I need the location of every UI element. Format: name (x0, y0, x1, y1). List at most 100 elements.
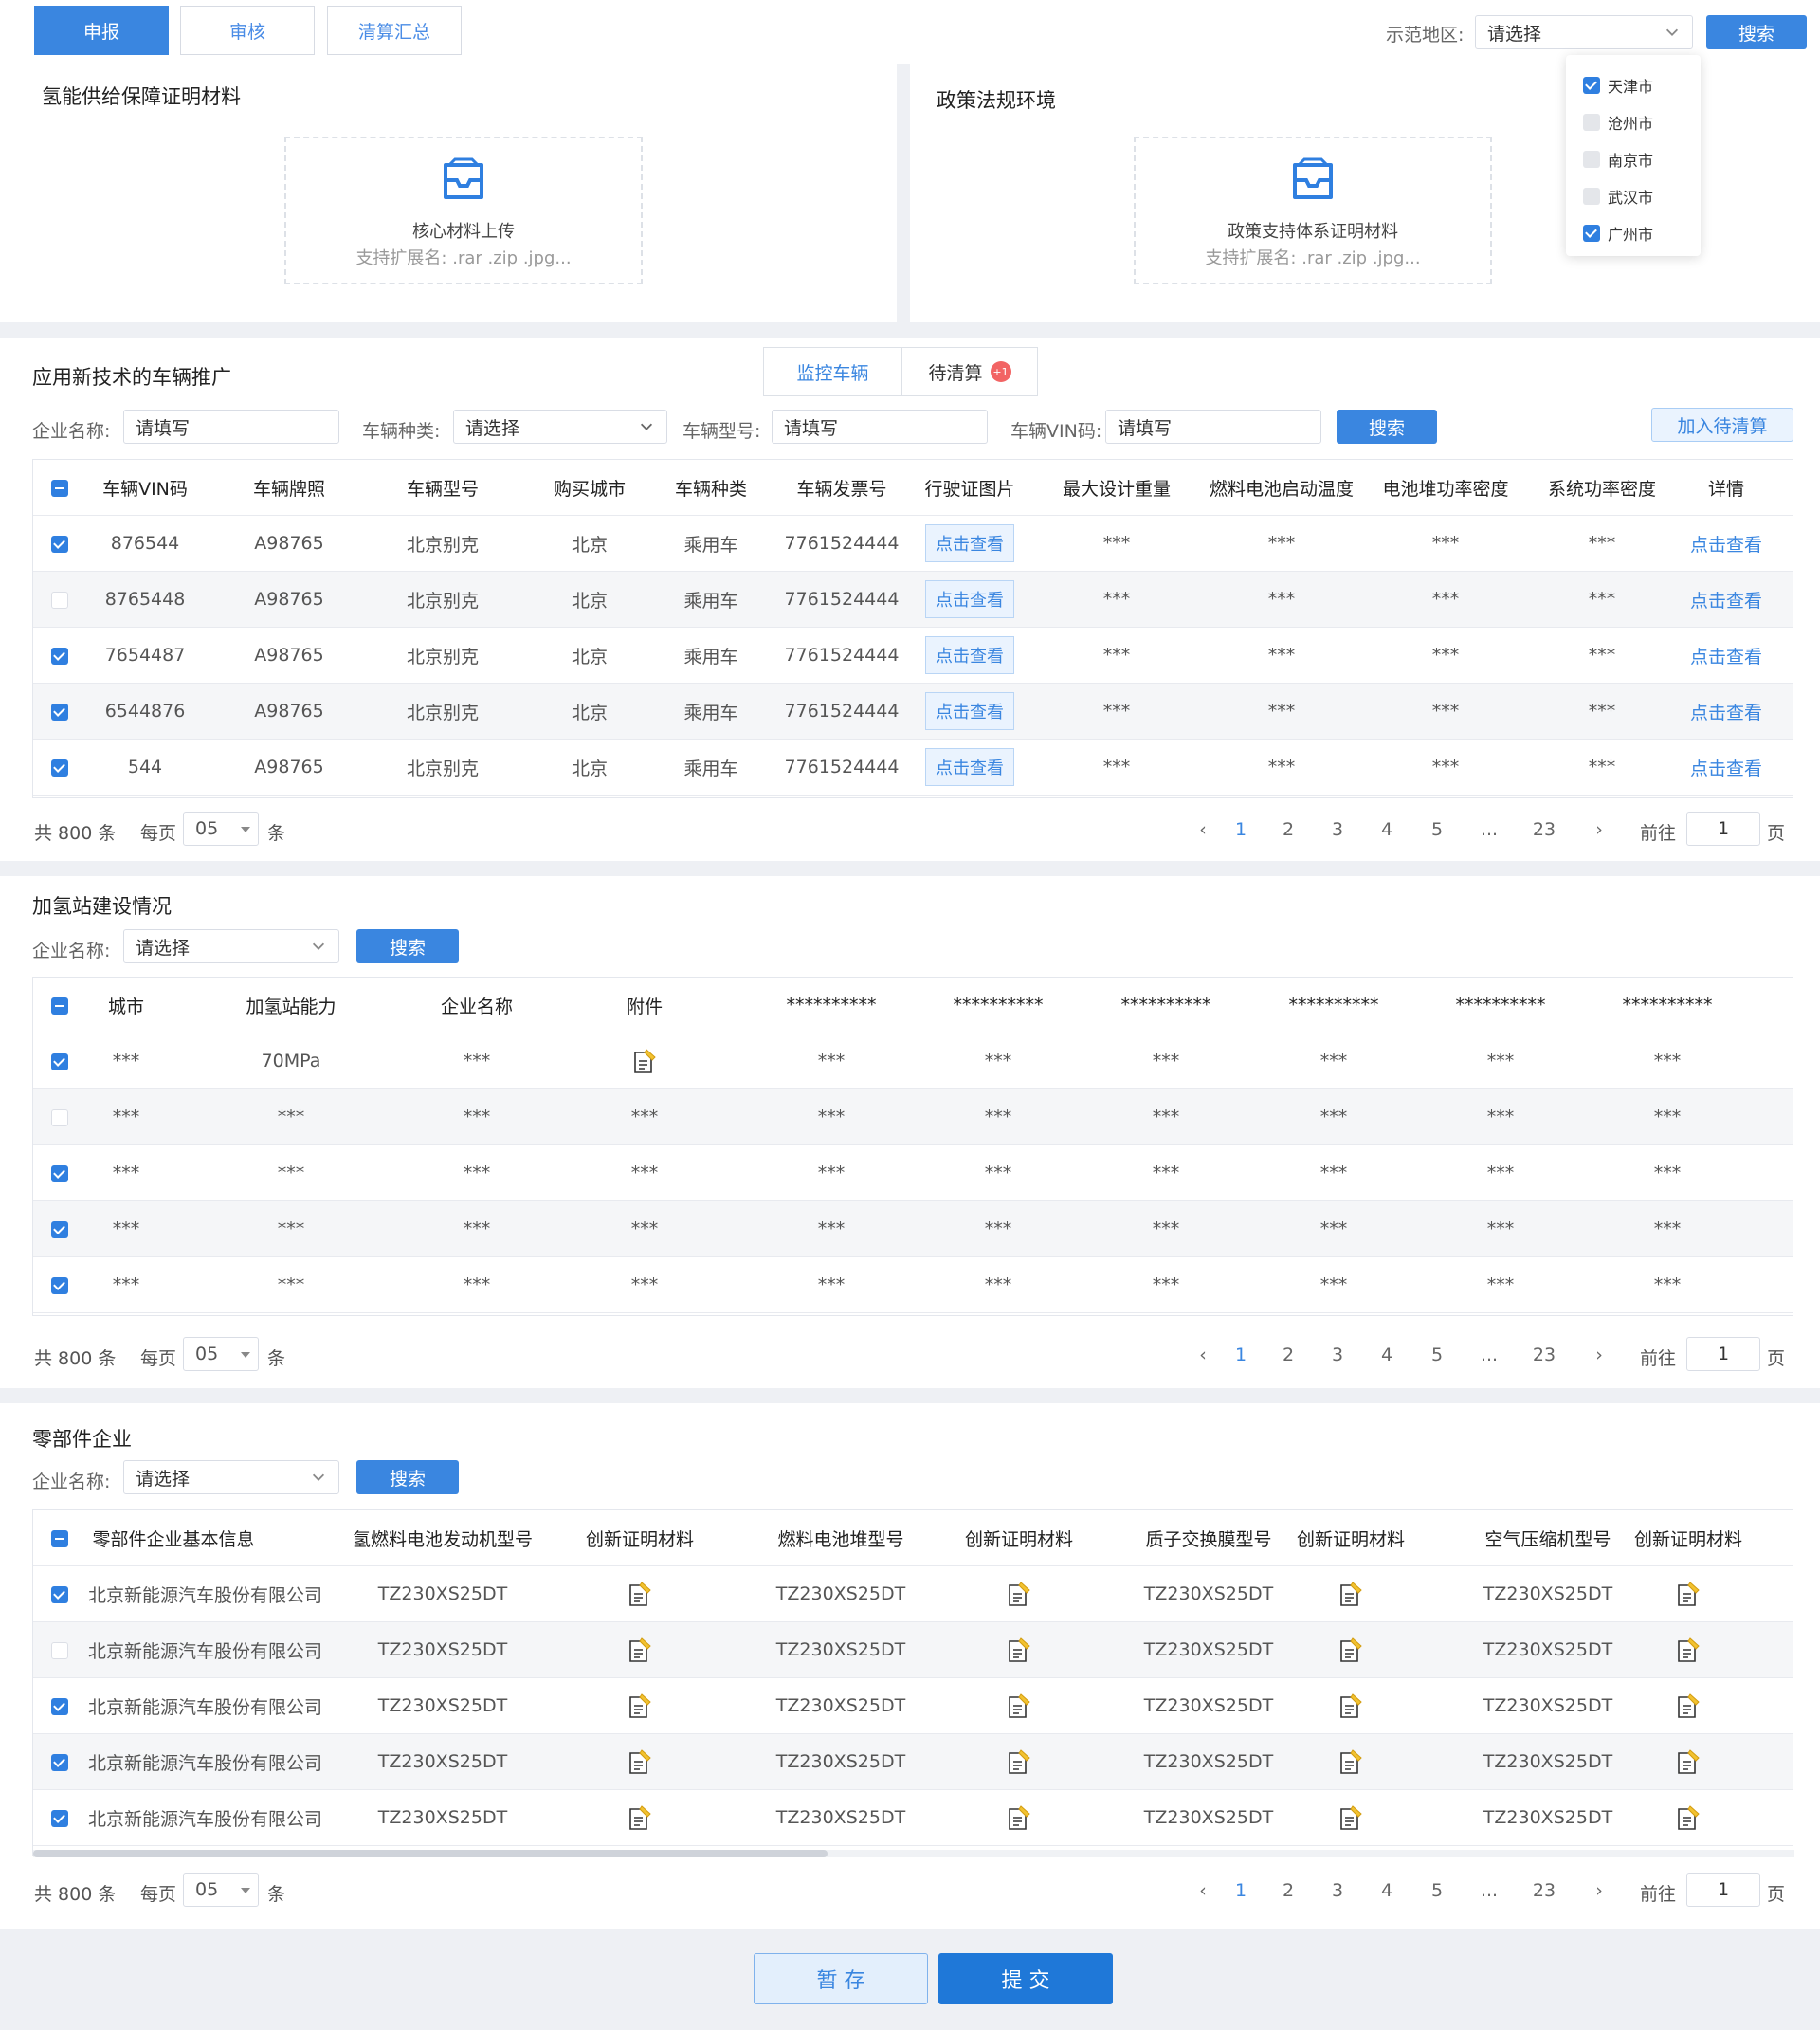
region-option-checkbox[interactable] (1583, 225, 1600, 242)
attachment-file-icon[interactable] (1338, 1637, 1363, 1663)
view-detail-link[interactable]: 点击查看 (1688, 740, 1764, 795)
prev-page-icon[interactable]: ‹ (1189, 1880, 1217, 1901)
region-option[interactable]: 沧州市 (1583, 111, 1653, 134)
scrollbar-thumb[interactable] (33, 1850, 828, 1857)
row-checkbox[interactable] (51, 1810, 68, 1827)
station-search-button[interactable]: 搜索 (356, 929, 459, 963)
tab-monitored-vehicles[interactable]: 监控车辆 (764, 348, 902, 395)
attachment-file-icon[interactable] (628, 1692, 652, 1719)
parts-company-select[interactable]: 请选择 (123, 1460, 339, 1494)
goto-input[interactable]: 1 (1686, 1873, 1760, 1907)
attachment-file-icon[interactable] (1007, 1581, 1031, 1607)
page-23[interactable]: 23 (1530, 1880, 1558, 1901)
region-option[interactable]: 武汉市 (1583, 185, 1653, 208)
region-option-checkbox[interactable] (1583, 77, 1600, 94)
region-option[interactable]: 广州市 (1583, 222, 1653, 245)
company-input[interactable]: 请填写 (123, 410, 339, 444)
region-option[interactable]: 南京市 (1583, 148, 1653, 171)
region-search-button[interactable]: 搜索 (1706, 15, 1807, 49)
goto-input[interactable]: 1 (1686, 812, 1760, 846)
page-size-select[interactable]: 05 (183, 812, 259, 846)
select-all-checkbox[interactable] (51, 480, 68, 497)
attachment-file-icon[interactable] (628, 1637, 652, 1663)
page-3[interactable]: 3 (1323, 1880, 1352, 1901)
page-3[interactable]: 3 (1323, 1344, 1352, 1365)
attachment-file-icon[interactable] (1338, 1804, 1363, 1831)
attachment-file-icon[interactable] (1676, 1581, 1701, 1607)
attachment-file-icon[interactable] (628, 1581, 652, 1607)
page-3[interactable]: 3 (1323, 819, 1352, 840)
horizontal-scrollbar[interactable] (33, 1850, 1794, 1857)
page-4[interactable]: 4 (1373, 1880, 1401, 1901)
page-1[interactable]: 1 (1227, 1880, 1255, 1901)
page-2[interactable]: 2 (1274, 819, 1302, 840)
page-5[interactable]: 5 (1423, 1344, 1451, 1365)
row-checkbox[interactable] (51, 1109, 68, 1126)
row-checkbox[interactable] (51, 1642, 68, 1659)
attachment-file-icon[interactable] (1676, 1692, 1701, 1719)
view-license-button[interactable]: 点击查看 (925, 636, 1014, 674)
row-checkbox[interactable] (51, 648, 68, 665)
save-draft-button[interactable]: 暂 存 (754, 1953, 928, 2004)
vehicle-search-button[interactable]: 搜索 (1337, 410, 1437, 444)
attachment-file-icon[interactable] (1007, 1748, 1031, 1775)
page-2[interactable]: 2 (1274, 1880, 1302, 1901)
tab-review[interactable]: 审核 (180, 6, 315, 55)
attachment-file-icon[interactable] (1338, 1581, 1363, 1607)
view-license-button[interactable]: 点击查看 (925, 524, 1014, 562)
next-page-icon[interactable]: › (1585, 819, 1613, 840)
goto-input[interactable]: 1 (1686, 1337, 1760, 1371)
view-detail-link[interactable]: 点击查看 (1688, 516, 1764, 571)
page-2[interactable]: 2 (1274, 1344, 1302, 1365)
vehicle-model-input[interactable]: 请填写 (772, 410, 988, 444)
row-checkbox[interactable] (51, 1053, 68, 1070)
attachment-file-icon[interactable] (632, 1048, 657, 1074)
view-license-button[interactable]: 点击查看 (925, 692, 1014, 730)
region-option-checkbox[interactable] (1583, 151, 1600, 168)
row-checkbox[interactable] (51, 759, 68, 777)
next-page-icon[interactable]: › (1585, 1344, 1613, 1365)
row-checkbox[interactable] (51, 1277, 68, 1294)
view-license-button[interactable]: 点击查看 (925, 748, 1014, 786)
view-detail-link[interactable]: 点击查看 (1688, 684, 1764, 739)
row-checkbox[interactable] (51, 1698, 68, 1715)
page-5[interactable]: 5 (1423, 819, 1451, 840)
row-checkbox[interactable] (51, 592, 68, 609)
submit-button[interactable]: 提 交 (938, 1953, 1113, 2004)
attachment-file-icon[interactable] (1676, 1637, 1701, 1663)
attachment-file-icon[interactable] (1007, 1637, 1031, 1663)
tab-pending-settlement[interactable]: 待清算 +1 (902, 348, 1037, 395)
add-to-pending-button[interactable]: 加入待清算 (1651, 408, 1793, 442)
tab-declare[interactable]: 申报 (34, 6, 169, 55)
prev-page-icon[interactable]: ‹ (1189, 819, 1217, 840)
page-23[interactable]: 23 (1530, 1344, 1558, 1365)
page-4[interactable]: 4 (1373, 1344, 1401, 1365)
prev-page-icon[interactable]: ‹ (1189, 1344, 1217, 1365)
attachment-file-icon[interactable] (1007, 1692, 1031, 1719)
view-detail-link[interactable]: 点击查看 (1688, 572, 1764, 627)
next-page-icon[interactable]: › (1585, 1880, 1613, 1901)
parts-search-button[interactable]: 搜索 (356, 1460, 459, 1494)
page-1[interactable]: 1 (1227, 819, 1255, 840)
row-checkbox[interactable] (51, 1586, 68, 1603)
region-option-checkbox[interactable] (1583, 114, 1600, 131)
station-company-select[interactable]: 请选择 (123, 929, 339, 963)
attachment-file-icon[interactable] (1007, 1804, 1031, 1831)
vin-input[interactable]: 请填写 (1105, 410, 1321, 444)
select-all-checkbox[interactable] (51, 997, 68, 1015)
row-checkbox[interactable] (51, 536, 68, 553)
page-size-select[interactable]: 05 (183, 1337, 259, 1371)
select-all-checkbox[interactable] (51, 1530, 68, 1547)
row-checkbox[interactable] (51, 1221, 68, 1238)
row-checkbox[interactable] (51, 1165, 68, 1182)
attachment-file-icon[interactable] (628, 1804, 652, 1831)
row-checkbox[interactable] (51, 1754, 68, 1771)
attachment-file-icon[interactable] (628, 1748, 652, 1775)
page-1[interactable]: 1 (1227, 1344, 1255, 1365)
region-select[interactable]: 请选择 (1475, 15, 1693, 49)
region-option[interactable]: 天津市 (1583, 74, 1653, 97)
policy-material-upload[interactable]: 政策支持体系证明材料 支持扩展名: .rar .zip .jpg... (1134, 137, 1492, 284)
attachment-file-icon[interactable] (1338, 1692, 1363, 1719)
core-material-upload[interactable]: 核心材料上传 支持扩展名: .rar .zip .jpg... (284, 137, 643, 284)
attachment-file-icon[interactable] (1338, 1748, 1363, 1775)
